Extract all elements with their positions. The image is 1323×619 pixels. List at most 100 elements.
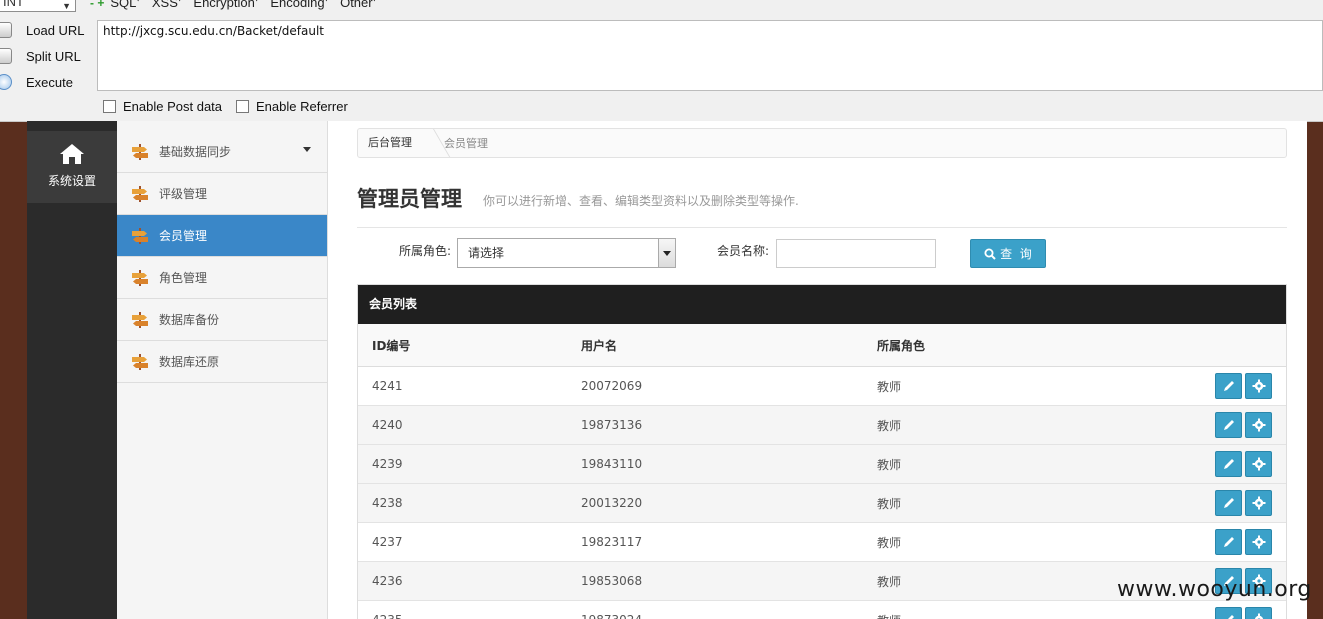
gear-icon (1252, 496, 1266, 510)
sidebar-item-members[interactable]: 会员管理 (117, 215, 327, 257)
load-url-icon (0, 22, 12, 38)
cell-username: 19873024 (580, 600, 876, 619)
checkbox-icon[interactable] (103, 100, 116, 113)
menu-encryption[interactable]: Encryption▾ (193, 0, 258, 10)
cell-id: 4237 (358, 522, 580, 562)
table-row: 4241 20072069 教师 (358, 366, 1286, 406)
enable-post-label: Enable Post data (123, 99, 223, 114)
settings-button[interactable] (1245, 412, 1272, 438)
main-content: 后台管理 会员管理 管理员管理 你可以进行新增、查看、编辑类型资料以及删除类型等… (357, 121, 1287, 619)
table-row: 4237 19823117 教师 (358, 522, 1286, 562)
chevron-down-icon[interactable] (658, 239, 675, 267)
split-url-button[interactable]: Split URL (0, 45, 81, 67)
cell-actions (1138, 600, 1286, 619)
edit-button[interactable] (1215, 373, 1242, 399)
cell-role: 教师 (876, 561, 1138, 601)
watermark: www.wooyun.org (1117, 577, 1312, 602)
query-button-label: 查 询 (1000, 247, 1032, 261)
table-row: 4239 19843110 教师 (358, 444, 1286, 484)
breadcrumb: 后台管理 会员管理 (357, 128, 1287, 158)
chevron-down-icon: ▼ (62, 1, 71, 11)
split-url-label: Split URL (26, 48, 81, 64)
cell-role: 教师 (876, 444, 1138, 484)
primary-nav: 系统设置 (27, 121, 117, 619)
nav-system-settings[interactable]: 系统设置 (27, 131, 117, 203)
edit-button[interactable] (1215, 451, 1242, 477)
cell-id: 4240 (358, 405, 580, 445)
load-url-button[interactable]: Load URL (0, 19, 85, 41)
signpost-icon (132, 353, 148, 370)
edit-button[interactable] (1215, 529, 1242, 555)
column-header-role: 所属角色 (876, 324, 1138, 367)
signpost-icon (132, 227, 148, 244)
plus-minus-icon[interactable]: - + (90, 0, 104, 10)
edit-button[interactable] (1215, 412, 1242, 438)
pencil-icon (1228, 615, 1234, 619)
table-row: 4240 19873136 教师 (358, 405, 1286, 445)
name-filter-label: 会员名称: (717, 244, 770, 258)
cell-username: 19873136 (580, 405, 876, 445)
sidebar-item-label: 角色管理 (159, 271, 208, 285)
edit-button[interactable] (1215, 607, 1242, 619)
sidebar-item-roles[interactable]: 角色管理 (117, 257, 327, 299)
panel-title: 会员列表 (358, 285, 1286, 324)
cell-actions (1138, 522, 1286, 562)
enable-referrer-checkbox[interactable]: Enable Referrer (236, 99, 348, 114)
settings-button[interactable] (1245, 529, 1272, 555)
hackbar-select-value: INT (3, 0, 24, 9)
settings-button[interactable] (1245, 607, 1272, 619)
execute-icon (0, 74, 12, 90)
menu-sql[interactable]: SQL▾ (110, 0, 140, 10)
pencil-icon (1224, 459, 1234, 469)
page-title: 管理员管理 (357, 187, 462, 211)
sidebar-item-db-restore[interactable]: 数据库还原 (117, 341, 327, 383)
cell-id: 4241 (358, 366, 580, 406)
url-textarea[interactable]: http://jxcg.scu.edu.cn/Backet/default (97, 20, 1323, 91)
role-select[interactable]: 请选择 (457, 238, 676, 268)
signpost-icon (132, 143, 148, 160)
member-name-input[interactable] (776, 239, 936, 268)
column-header-username: 用户名 (580, 324, 876, 367)
query-button[interactable]: 查 询 (970, 239, 1046, 268)
split-url-icon (0, 48, 12, 64)
enable-referrer-label: Enable Referrer (256, 99, 348, 114)
cell-id: 4238 (358, 483, 580, 523)
hackbar-menu: - + SQL▾ XSS▾ Encryption▾ Encoding▾ Othe… (90, 0, 388, 10)
sidebar-item-data-sync[interactable]: 基础数据同步 (117, 131, 327, 173)
gear-icon (1252, 457, 1266, 471)
cell-role: 教师 (876, 522, 1138, 562)
pencil-icon (1224, 498, 1234, 508)
signpost-icon (132, 311, 148, 328)
sidebar-item-label: 数据库还原 (159, 355, 220, 369)
menu-other[interactable]: Other▾ (340, 0, 376, 10)
sidebar: 基础数据同步 评级管理 会员管理 角色管理 数据库备份 数据库还原 (117, 121, 328, 619)
execute-button[interactable]: Execute (0, 71, 73, 93)
enable-post-checkbox[interactable]: Enable Post data (103, 99, 222, 114)
cell-actions (1138, 444, 1286, 484)
edit-button[interactable] (1215, 490, 1242, 516)
settings-button[interactable] (1245, 373, 1272, 399)
settings-button[interactable] (1245, 490, 1272, 516)
pencil-icon (1224, 537, 1234, 547)
gear-icon (1252, 535, 1266, 549)
cell-actions (1138, 405, 1286, 445)
menu-encoding[interactable]: Encoding▾ (270, 0, 328, 10)
signpost-icon (132, 269, 148, 286)
sidebar-item-db-backup[interactable]: 数据库备份 (117, 299, 327, 341)
sidebar-item-rating[interactable]: 评级管理 (117, 173, 327, 215)
execute-label: Execute (26, 74, 73, 90)
hackbar-type-select[interactable]: INT ▼ (0, 0, 76, 12)
settings-button[interactable] (1245, 451, 1272, 477)
member-list-panel: 会员列表 ID编号 用户名 所属角色 4241 20072069 教师 4240 198… (357, 284, 1287, 619)
cell-username: 19853068 (580, 561, 876, 601)
cell-role: 教师 (876, 405, 1138, 445)
pencil-icon (1224, 381, 1234, 391)
sidebar-item-label: 基础数据同步 (159, 145, 232, 159)
gear-icon (1254, 613, 1264, 619)
breadcrumb-item-admin[interactable]: 后台管理 (358, 129, 434, 157)
cell-username: 19843110 (580, 444, 876, 484)
cell-actions (1138, 366, 1286, 406)
menu-xss[interactable]: XSS▾ (152, 0, 182, 10)
caret-down-icon (303, 147, 311, 152)
checkbox-icon[interactable] (236, 100, 249, 113)
